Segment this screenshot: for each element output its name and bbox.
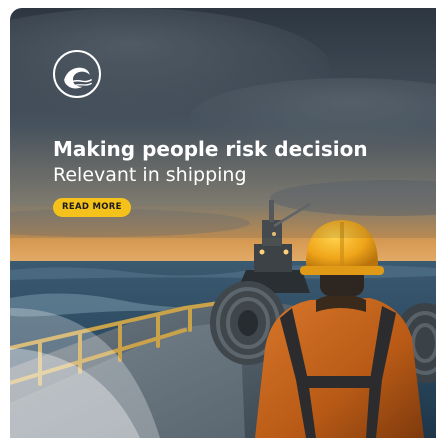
promo-banner[interactable]: Making people risk decision Relevant in … <box>10 8 436 438</box>
wave-logo-icon <box>53 50 101 98</box>
read-more-button[interactable]: READ MORE <box>53 198 131 217</box>
subline: Relevant in shipping <box>53 164 247 186</box>
headline: Making people risk decision <box>53 137 368 161</box>
